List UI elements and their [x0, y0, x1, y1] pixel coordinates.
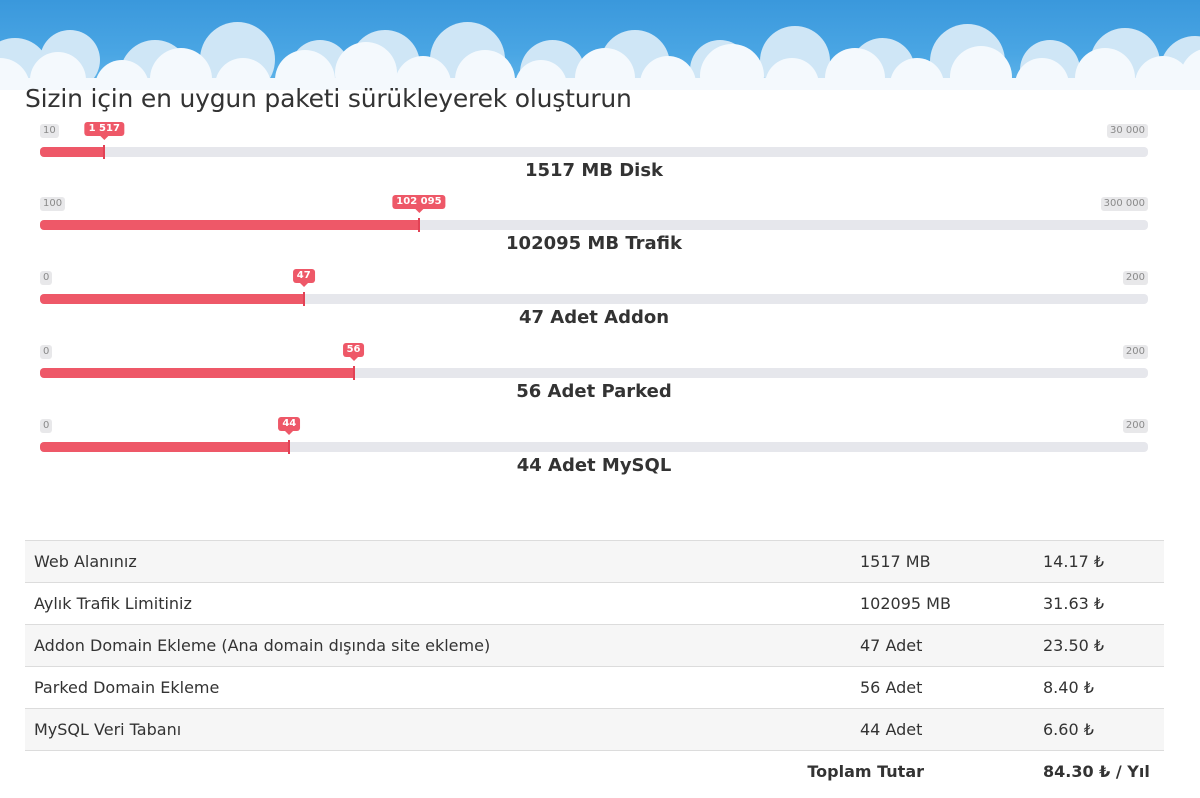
page-title: Sizin için en uygun paketi sürükleyerek …: [25, 84, 632, 113]
slider-value-bubble: 1 517: [84, 122, 124, 140]
slider-max-label: 200: [1122, 345, 1148, 359]
slider-caption: 47 Adet Addon: [518, 307, 670, 328]
slider-fill: [40, 220, 419, 230]
slider-handle[interactable]: [352, 366, 355, 380]
row-quantity: 47 Adet: [851, 624, 1034, 667]
row-quantity: 56 Adet: [851, 666, 1034, 709]
row-name: Aylık Trafik Limitiniz: [25, 582, 851, 625]
slider-value-bubble: 102 095: [392, 195, 446, 213]
slider-trafik: 100 300 000 102 095 102095 MB Trafik: [40, 195, 1148, 265]
slider-min-label: 10: [40, 124, 59, 138]
slider-track[interactable]: 56: [40, 343, 1148, 380]
slider-min-label: 100: [40, 197, 66, 211]
row-quantity: 1517 MB: [851, 540, 1034, 583]
slider-addon: 0 200 47 47 Adet Addon: [40, 269, 1148, 339]
total-value: 84.30 ₺ / Yıl: [1034, 750, 1164, 792]
row-quantity: 102095 MB: [851, 582, 1034, 625]
slider-max-label: 30 000: [1107, 124, 1148, 138]
row-name: Web Alanınız: [25, 540, 851, 583]
slider-fill: [40, 147, 105, 157]
row-quantity: 44 Adet: [851, 708, 1034, 751]
row-price: 8.40 ₺: [1034, 666, 1164, 709]
row-price: 31.63 ₺: [1034, 582, 1164, 625]
slider-caption: 56 Adet Parked: [516, 381, 672, 402]
slider-max-label: 300 000: [1100, 197, 1148, 211]
slider-caption: 1517 MB Disk: [524, 160, 664, 181]
slider-handle[interactable]: [288, 440, 291, 454]
row-price: 23.50 ₺: [1034, 624, 1164, 667]
row-price: 14.17 ₺: [1034, 540, 1164, 583]
slider-handle[interactable]: [417, 218, 420, 232]
slider-track[interactable]: 47: [40, 269, 1148, 306]
slider-fill: [40, 368, 354, 378]
slider-value-bubble: 47: [292, 269, 315, 287]
table-row: Addon Domain Ekleme (Ana domain dışında …: [25, 624, 1164, 667]
slider-min-label: 0: [40, 345, 53, 359]
row-name: Parked Domain Ekleme: [25, 666, 851, 709]
slider-handle[interactable]: [103, 145, 106, 159]
table-row: Web Alanınız 1517 MB 14.17 ₺: [25, 540, 1164, 583]
slider-fill: [40, 294, 304, 304]
slider-value-bubble: 44: [278, 417, 301, 435]
slider-min-label: 0: [40, 419, 53, 433]
slider-caption: 102095 MB Trafik: [506, 233, 682, 254]
slider-max-label: 200: [1122, 419, 1148, 433]
table-row: Parked Domain Ekleme 56 Adet 8.40 ₺: [25, 666, 1164, 709]
table-row: Aylık Trafik Limitiniz 102095 MB 31.63 ₺: [25, 582, 1164, 625]
row-price: 6.60 ₺: [1034, 708, 1164, 751]
slider-fill: [40, 442, 290, 452]
slider-mysql: 0 200 44 44 Adet MySQL: [40, 417, 1148, 487]
sky-header: [0, 0, 1200, 90]
slider-value-bubble: 56: [342, 343, 365, 361]
slider-track[interactable]: 1 517: [40, 122, 1148, 159]
total-label: Toplam Tutar: [25, 750, 1034, 792]
slider-track[interactable]: 102 095: [40, 195, 1148, 232]
slider-min-label: 0: [40, 271, 53, 285]
slider-caption: 44 Adet MySQL: [516, 455, 672, 476]
total-row: Toplam Tutar 84.30 ₺ / Yıl: [25, 750, 1164, 792]
slider-track[interactable]: 44: [40, 417, 1148, 454]
row-name: Addon Domain Ekleme (Ana domain dışında …: [25, 624, 851, 667]
row-name: MySQL Veri Tabanı: [25, 708, 851, 751]
slider-disk: 10 30 000 1 517 1517 MB Disk: [40, 122, 1148, 192]
price-summary-table: Web Alanınız 1517 MB 14.17 ₺ Aylık Trafi…: [25, 540, 1164, 792]
slider-handle[interactable]: [302, 292, 305, 306]
table-row: MySQL Veri Tabanı 44 Adet 6.60 ₺: [25, 708, 1164, 751]
slider-max-label: 200: [1122, 271, 1148, 285]
slider-parked: 0 200 56 56 Adet Parked: [40, 343, 1148, 413]
